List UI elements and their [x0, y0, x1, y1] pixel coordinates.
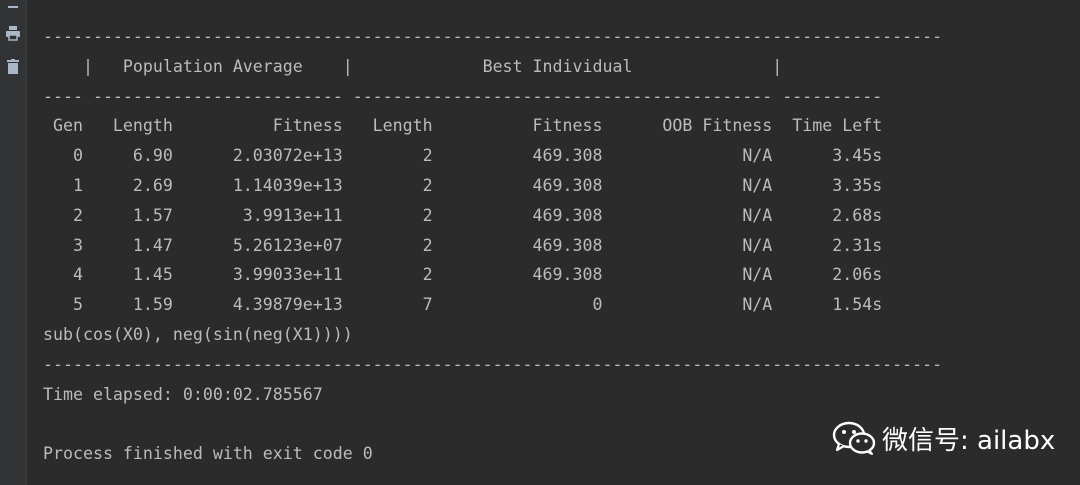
trash-icon[interactable] — [0, 55, 26, 79]
watermark: 微信号: ailabx — [832, 420, 1055, 456]
program-expression: sub(cos(X0), neg(sin(neg(X1)))) — [43, 324, 353, 344]
menu-icon[interactable] — [0, 0, 26, 16]
print-icon[interactable] — [0, 21, 26, 45]
table-column-header: Gen Length Fitness Length Fitness OOB Fi… — [43, 116, 883, 136]
table-row: 0 6.90 2.03072e+13 2 469.308 N/A 3.45s — [43, 146, 883, 166]
console-output: ----------------------------------------… — [43, 22, 942, 469]
table-row: 3 1.47 5.26123e+07 2 469.308 N/A 2.31s — [43, 235, 883, 255]
process-finished-line: Process finished with exit code 0 — [43, 444, 373, 464]
table-row: 1 2.69 1.14039e+13 2 469.308 N/A 3.35s — [43, 175, 883, 195]
wechat-icon — [832, 421, 876, 455]
separator-line: ----------------------------------------… — [43, 27, 943, 46]
table-row: 4 1.45 3.99033e+11 2 469.308 N/A 2.06s — [43, 265, 883, 285]
console-toolbar — [0, 0, 27, 485]
separator-line: ----------------------------------------… — [43, 354, 943, 374]
separator-line: ---- ------------------------- ---------… — [43, 86, 883, 106]
time-elapsed-line: Time elapsed: 0:00:02.785567 — [43, 384, 323, 404]
watermark-text: 微信号: ailabx — [882, 425, 1056, 456]
table-row: 2 1.57 3.9913e+11 2 469.308 N/A 2.68s — [43, 205, 883, 225]
table-group-header: | Population Average | Best Individual | — [43, 56, 783, 76]
table-row: 5 1.59 4.39879e+13 7 0 N/A 1.54s — [43, 295, 883, 315]
